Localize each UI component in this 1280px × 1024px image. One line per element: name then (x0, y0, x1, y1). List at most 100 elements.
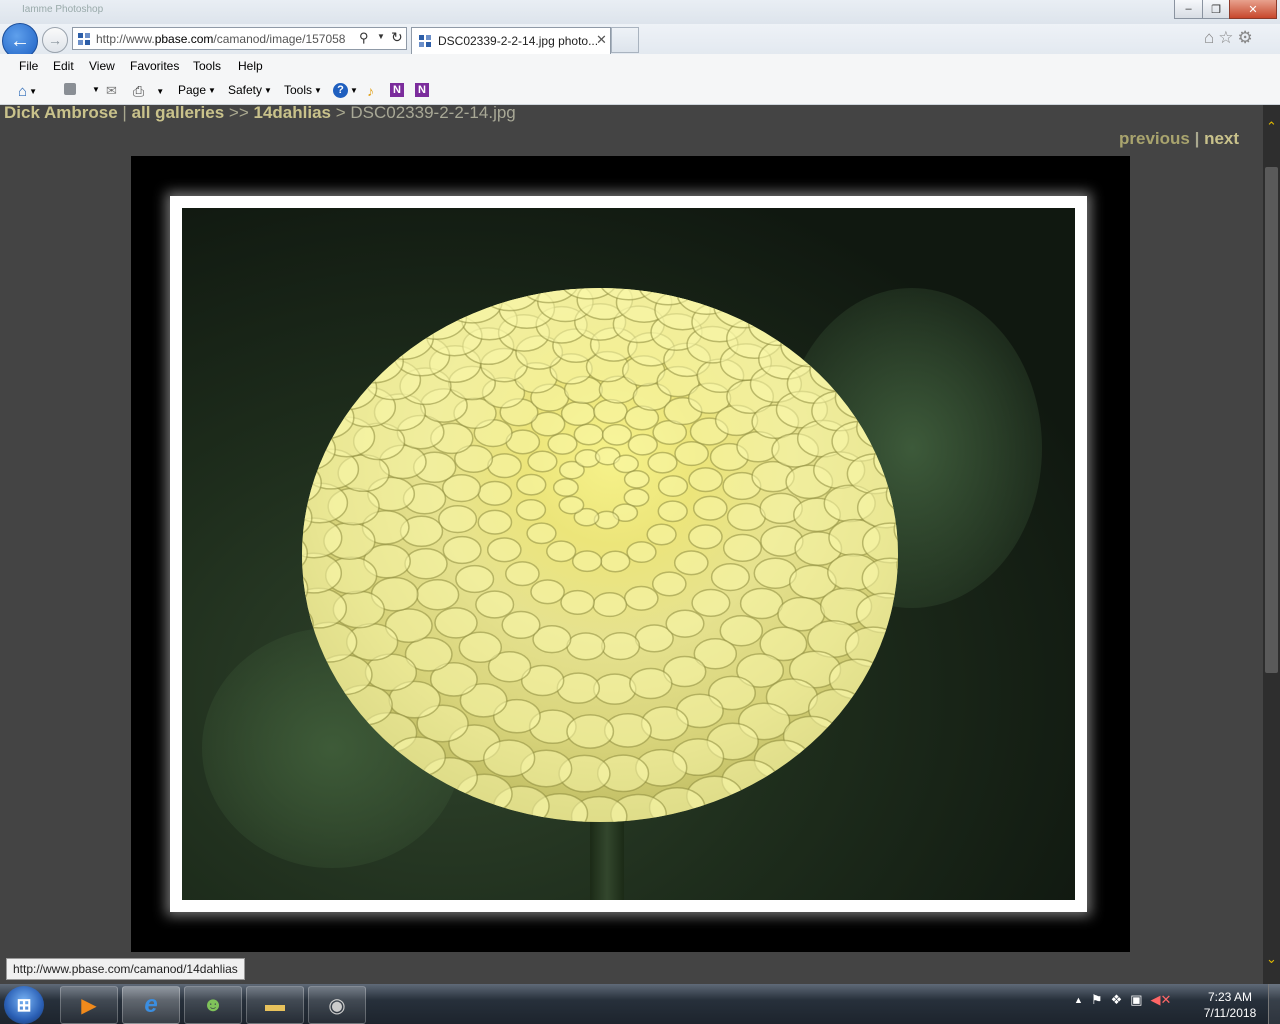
petal (674, 441, 709, 467)
petal (530, 579, 565, 605)
status-url-tooltip: http://www.pbase.com/camanod/14dahlias (6, 958, 245, 980)
breadcrumb-all-galleries-link[interactable]: all galleries (132, 105, 225, 122)
start-button[interactable]: ⊞ (4, 986, 44, 1024)
photo-frame (131, 156, 1130, 952)
read-mail-button[interactable]: ✉ (106, 83, 117, 99)
petal (692, 495, 728, 521)
users-icon: ☻ (202, 993, 224, 1016)
petal (477, 509, 513, 535)
back-arrow-icon: ← (10, 29, 30, 52)
eye-icon: ◉ (328, 994, 346, 1017)
feeds-button[interactable]: ▼ (64, 83, 100, 95)
petal (647, 451, 678, 474)
menu-edit[interactable]: Edit (53, 59, 74, 73)
browser-tab[interactable]: DSC02339-2-2-14.jpg photo... ✕ (411, 27, 611, 54)
dahlia-photo[interactable] (182, 208, 1075, 900)
print-button[interactable]: ⎙ ▼ (133, 83, 164, 100)
petal (442, 535, 482, 565)
onenote-button-1[interactable]: N (390, 83, 404, 97)
home-button[interactable]: ⌂ ▼ (18, 83, 37, 100)
media-player-icon: ▶ (81, 994, 97, 1017)
forward-arrow-icon: → (48, 32, 62, 48)
chevron-down-icon: ▼ (350, 86, 358, 95)
tab-title: DSC02339-2-2-14.jpg photo... (438, 34, 599, 48)
tab-close-icon[interactable]: ✕ (596, 32, 607, 48)
window-titlebar: Iamme Photoshop – ❐ ✕ (0, 0, 1280, 24)
petal (691, 588, 731, 618)
address-text[interactable]: http://www.pbase.com/camanod/image/15705… (96, 32, 345, 46)
breadcrumb-user-link[interactable]: Dick Ambrose (4, 105, 118, 122)
volume-muted-icon[interactable]: ◀✕ (1151, 992, 1172, 1008)
mail-icon: ✉ (106, 83, 117, 98)
address-bar[interactable]: http://www.pbase.com/camanod/image/15705… (72, 27, 407, 50)
breadcrumb-gallery-link[interactable]: 14dahlias (254, 105, 332, 122)
taskbar-users-app[interactable]: ☻ (184, 986, 242, 1024)
taskbar-internet-explorer[interactable]: e (122, 986, 180, 1024)
menu-favorites[interactable]: Favorites (130, 59, 179, 73)
previous-link[interactable]: previous (1119, 129, 1190, 148)
onenote-button-2[interactable]: N (415, 83, 429, 97)
command-bar: ⌂ ▼ ▼ ✉ ⎙ ▼ Page ▼ Safety ▼ Tools ▼ ? ▼ ♪ N N (0, 78, 1280, 105)
chevron-down-icon[interactable]: ▼ (377, 32, 385, 41)
menu-help[interactable]: Help (238, 59, 263, 73)
network-icon[interactable]: ▣ (1130, 992, 1142, 1008)
minimize-button[interactable]: – (1174, 0, 1203, 19)
close-icon: ✕ (1248, 3, 1258, 16)
pager: previous | next (1119, 129, 1239, 149)
petal (415, 578, 460, 611)
forward-button[interactable]: → (42, 27, 68, 53)
petal (710, 562, 750, 592)
tools-menu-button[interactable]: Tools ▼ (284, 83, 322, 97)
internet-explorer-icon: e (144, 991, 158, 1018)
next-link[interactable]: next (1204, 129, 1239, 148)
safety-menu-button[interactable]: Safety ▼ (228, 83, 272, 97)
help-button[interactable]: ? ▼ (333, 83, 358, 98)
menu-tools[interactable]: Tools (193, 59, 221, 73)
address-path: /camanod/image/157058 (213, 32, 346, 46)
close-button[interactable]: ✕ (1229, 0, 1277, 19)
petal (438, 504, 478, 534)
show-hidden-icons[interactable]: ▲ (1074, 995, 1083, 1005)
scroll-up-icon[interactable]: ⌃ (1263, 119, 1280, 135)
settings-gear-icon[interactable]: ⚙ (1238, 28, 1253, 48)
petal (527, 450, 558, 473)
petal (739, 587, 784, 620)
system-clock[interactable]: 7:23 AM 7/11/2018 (1196, 989, 1264, 1021)
scroll-down-icon[interactable]: ⌄ (1263, 951, 1280, 967)
petal (592, 592, 628, 618)
taskbar-photo-app[interactable]: ◉ (308, 986, 366, 1024)
refresh-icon[interactable]: ↻ (391, 29, 403, 46)
research-icon: ♪ (367, 83, 374, 99)
page-menu-label: Page (178, 83, 207, 97)
dropbox-icon[interactable]: ❖ (1111, 992, 1123, 1008)
browser-right-icons: ⌂ ☆ ⚙ (1204, 28, 1253, 48)
addon-button-1[interactable]: ♪ (367, 83, 374, 99)
rss-feed-icon (64, 83, 76, 95)
petal (477, 480, 513, 506)
petal (601, 631, 641, 661)
scrollbar-thumb[interactable] (1265, 167, 1278, 673)
clock-time: 7:23 AM (1207, 990, 1253, 1004)
petal (722, 533, 763, 563)
page-menu-button[interactable]: Page ▼ (178, 83, 216, 97)
petal (657, 475, 689, 498)
vertical-scrollbar[interactable]: ⌃ ⌄ (1263, 105, 1280, 985)
petal (629, 667, 673, 700)
petal (613, 454, 639, 474)
petal (547, 432, 578, 455)
home-icon: ⌂ (18, 83, 28, 100)
restore-button[interactable]: ❐ (1202, 0, 1230, 19)
petal (646, 523, 677, 546)
new-tab-button[interactable] (611, 27, 639, 53)
petal (505, 561, 540, 587)
menu-view[interactable]: View (89, 59, 115, 73)
menu-file[interactable]: File (19, 59, 38, 73)
show-desktop-button[interactable] (1268, 984, 1280, 1024)
taskbar-media-player[interactable]: ▶ (60, 986, 118, 1024)
search-icon[interactable]: ⚲ (359, 30, 369, 46)
taskbar-file-explorer[interactable]: ▬ (246, 986, 304, 1024)
action-center-flag-icon[interactable]: ⚑ (1091, 992, 1103, 1008)
favorites-star-icon[interactable]: ☆ (1218, 28, 1233, 48)
home-icon[interactable]: ⌂ (1204, 28, 1214, 48)
safety-menu-label: Safety (228, 83, 263, 97)
